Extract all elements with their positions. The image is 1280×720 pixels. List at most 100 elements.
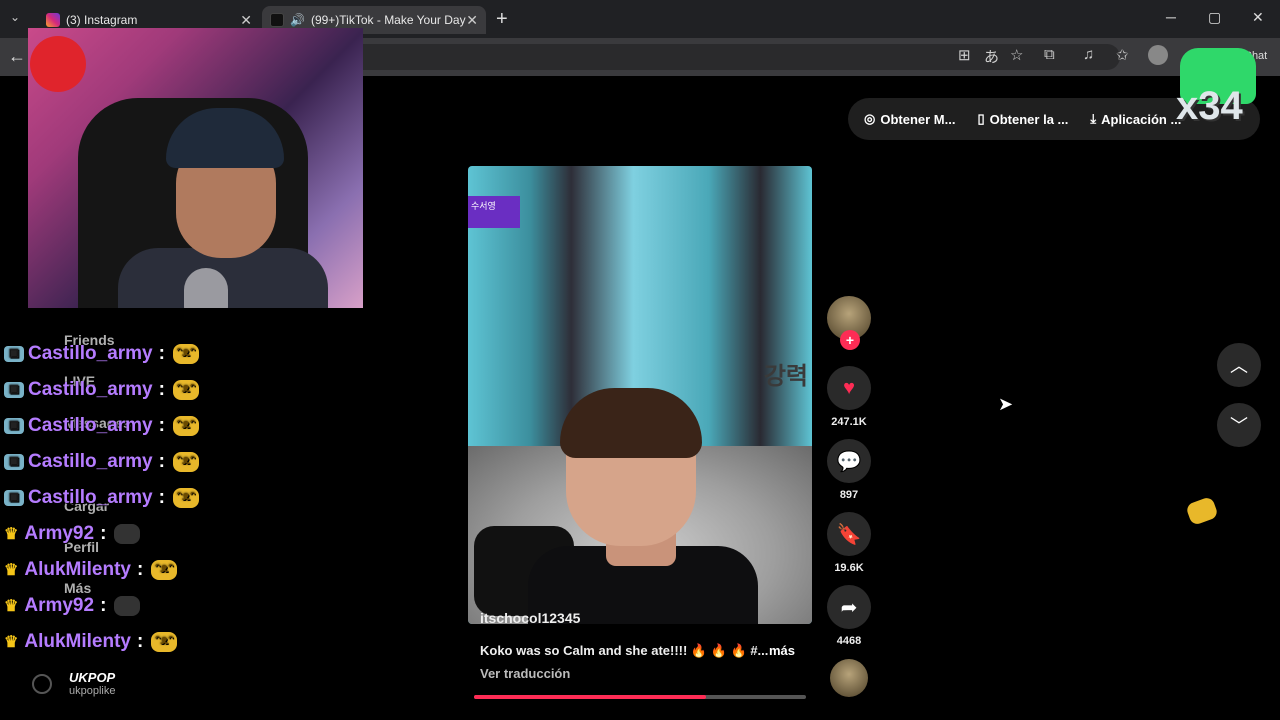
chat-separator: : [136,631,144,652]
cat-emote-icon: ᵔᴥᵔ [172,344,199,364]
close-icon[interactable]: ✕ [240,12,252,29]
crown-icon: ♛ [4,634,19,651]
new-tab-button[interactable]: + [496,8,508,31]
like-count: 247.1K [831,416,867,428]
chat-message: ♛ AlukMilenty : ᵔᴥᵔ [4,559,178,581]
heart-icon[interactable]: ♥ [827,366,871,410]
heart-decoration [30,36,86,92]
music-disc [826,659,872,697]
profile-avatar-icon[interactable] [1148,45,1168,65]
chat-username: Castillo_army [28,379,153,400]
account-name[interactable]: UKPOP [69,670,115,685]
cat-emote-icon: ᵔᴥᵔ [151,560,178,580]
comment-action: 💬 897 [826,439,872,501]
cat-emote-icon: ᵔᴥᵔ [172,380,199,400]
hat-emote-icon [114,596,141,616]
coin-icon: ◎ [864,111,876,126]
get-coins-label: Obtener M... [880,111,956,127]
chat-separator: : [158,343,165,364]
like-action: ♥ 247.1K [826,366,872,428]
minimize-button[interactable]: ─ [1166,9,1176,25]
creator-avatar-wrap: + [826,296,872,350]
chat-message: ▣ Castillo_army : ᵔᴥᵔ [4,379,199,401]
phone-icon: ▯ [977,111,985,126]
chevron-down-icon[interactable]: ﹀ [1217,403,1261,447]
subscriber-badge-icon: ▣ [4,382,24,398]
chat-message: ▣ Castillo_army : ᵔᴥᵔ [4,487,199,509]
get-coins-button[interactable]: ◎ Obtener M... [864,111,955,127]
chat-message: ♛ AlukMilenty : ᵔᴥᵔ [4,631,178,653]
crown-icon: ♛ [4,562,19,579]
restore-button[interactable]: ▢ [1208,9,1221,26]
tab-title: (3) Instagram [66,13,138,27]
share-count: 4468 [836,635,862,647]
download-icon: ⤓ [1090,111,1097,126]
video-author[interactable]: itschocol12345 [480,610,580,626]
app-available-icon[interactable]: ⊞ [958,46,971,64]
cat-emote-icon: ᵔᴥᵔ [172,452,199,472]
subscriber-badge-icon: ▣ [4,418,24,434]
close-window-button[interactable]: ✕ [1252,9,1264,26]
chevron-up-icon[interactable]: ︿ [1217,343,1261,387]
translate-link[interactable]: Ver traducción [480,666,570,681]
account-avatar[interactable] [32,674,52,694]
music-disc-avatar[interactable] [830,659,868,697]
tiktok-icon [270,13,284,27]
crown-icon: ♛ [4,526,19,543]
chat-username: Castillo_army [28,487,153,508]
close-icon[interactable]: ✕ [466,12,478,29]
video-side-text: 강력 [763,363,808,390]
video-player[interactable]: 수서영 강력 [468,166,812,624]
subscriber-badge-icon: ▣ [4,346,24,362]
video-progress-fill [474,695,707,699]
share-action: ➦ 4468 [826,585,872,647]
chat-username: Castillo_army [28,451,153,472]
chat-message: ▣ Castillo_army : ᵔᴥᵔ [4,415,199,437]
speaker-icon[interactable]: 🔊 [290,13,305,27]
crown-icon: ♛ [4,598,19,615]
chat-username: Army92 [24,595,95,616]
get-app-label: Obtener la ... [989,111,1069,127]
cat-emote-icon: ᵔᴥᵔ [151,632,178,652]
video-person-hair [560,388,702,458]
bookmark-icon[interactable]: 🔖 [827,512,871,556]
chat-username: AlukMilenty [24,631,131,652]
account-handle: ukpoplike [69,685,116,697]
streamer-webcam [28,28,363,308]
microphone [184,268,228,308]
instagram-icon [46,13,60,27]
sidebar-item-more[interactable]: Más [64,580,91,596]
translate-icon[interactable]: あ [984,46,999,67]
desktop-app-button[interactable]: ⤓ Aplicación ... [1090,111,1181,127]
video-progress-bar[interactable] [474,695,806,699]
video-caption-tag: 수서영 [468,196,520,228]
comment-icon[interactable]: 💬 [827,439,871,483]
chat-message: ▣ Castillo_army : ᵔᴥᵔ [4,451,199,473]
chat-separator: : [158,379,165,400]
extensions-icon[interactable]: ⧉ [1044,46,1055,63]
get-app-button[interactable]: ▯ Obtener la ... [977,111,1068,127]
save-count: 19.6K [834,562,864,574]
media-icon[interactable]: ♫ [1083,46,1094,63]
chat-username: AlukMilenty [24,559,131,580]
tab-title: (99+)TikTok - Make Your Day [310,13,466,27]
chat-separator: : [136,559,144,580]
desktop-app-label: Aplicación ... [1101,111,1182,127]
chat-separator: : [100,595,107,616]
tab-list-button[interactable]: ⌄ [10,10,20,24]
mouse-cursor-icon: ➤ [998,394,1014,414]
share-icon[interactable]: ➦ [827,585,871,629]
chat-username: Castillo_army [28,415,153,436]
subscriber-badge-icon: ▣ [4,454,24,470]
follow-plus-icon[interactable]: + [840,330,860,350]
chat-separator: : [100,523,107,544]
back-arrow-icon[interactable]: ← [8,46,26,67]
chat-username: Army92 [24,523,95,544]
chat-separator: : [158,487,165,508]
hat-emote-icon [114,524,141,544]
favorite-star-icon[interactable]: ☆ [1010,46,1023,64]
more-link[interactable]: más [769,643,795,658]
favorites-icon[interactable]: ✩ [1116,46,1129,64]
video-description: Koko was so Calm and she ate!!!! 🔥 🔥 🔥 #… [480,643,769,658]
chat-separator: : [158,451,165,472]
